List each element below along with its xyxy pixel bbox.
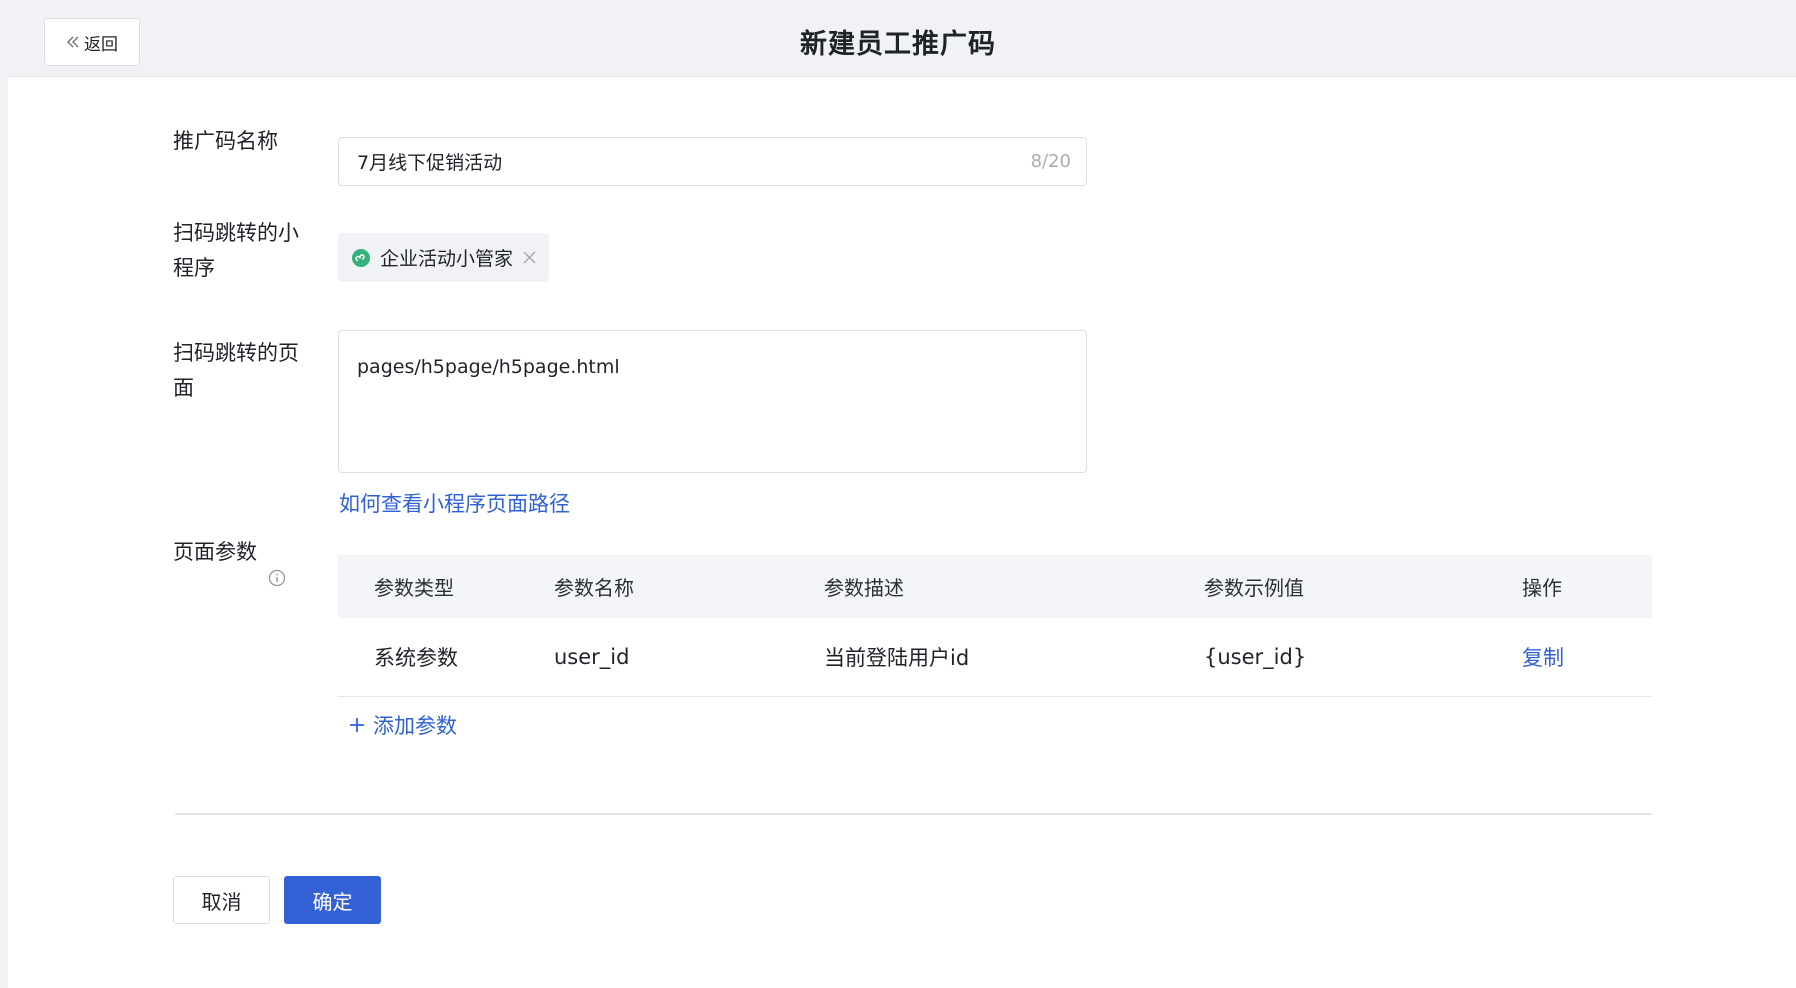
table-row: 系统参数 user_id 当前登陆用户id {user_id} 复制 <box>338 618 1652 697</box>
column-header-desc: 参数描述 <box>824 576 904 600</box>
name-char-count: 8/20 <box>1030 151 1071 172</box>
column-header-action: 操作 <box>1522 576 1562 600</box>
page-path-value: pages/h5page/h5page.html <box>357 356 620 378</box>
param-desc-cell: 当前登陆用户id <box>824 646 970 670</box>
add-param-button[interactable]: 添加参数 <box>349 710 457 740</box>
miniprogram-label: 扫码跳转的小 程序 <box>173 216 313 286</box>
column-header-name: 参数名称 <box>554 576 634 600</box>
name-input[interactable]: 7月线下促销活动 8/20 <box>338 137 1087 186</box>
column-header-type: 参数类型 <box>374 576 454 600</box>
copy-link[interactable]: 复制 <box>1522 642 1564 672</box>
param-name-cell: user_id <box>554 645 630 669</box>
page-path-label-line2: 面 <box>173 376 194 400</box>
page: 返回 推广码名称 7月线下促销活动 8/20 扫码跳转的小 程序 企业活动小管家… <box>8 0 1796 988</box>
miniprogram-tag: 企业活动小管家 <box>338 233 549 282</box>
miniprogram-icon <box>352 248 370 267</box>
close-icon[interactable] <box>523 251 536 264</box>
page-path-label: 扫码跳转的页 面 <box>173 336 313 406</box>
page-title: 新建员工推广码 <box>800 29 996 60</box>
miniprogram-tag-label: 企业活动小管家 <box>380 248 514 270</box>
plus-icon <box>350 718 364 732</box>
params-label: 页面参数 <box>173 540 257 564</box>
cancel-button[interactable]: 取消 <box>173 876 270 924</box>
miniprogram-label-line2: 程序 <box>173 256 215 280</box>
miniprogram-label-line1: 扫码跳转的小 <box>173 221 299 245</box>
params-table-header: 参数类型 参数名称 参数描述 参数示例值 操作 <box>338 555 1652 618</box>
name-label: 推广码名称 <box>173 129 278 153</box>
page-path-label-line1: 扫码跳转的页 <box>173 341 299 365</box>
info-icon[interactable] <box>268 569 286 587</box>
name-input-value: 7月线下促销活动 <box>357 152 503 174</box>
page-path-textarea[interactable]: pages/h5page/h5page.html <box>338 330 1087 473</box>
param-type-cell: 系统参数 <box>374 646 458 670</box>
params-table: 参数类型 参数名称 参数描述 参数示例值 操作 系统参数 user_id 当前登… <box>338 555 1652 697</box>
divider <box>175 813 1652 815</box>
confirm-button[interactable]: 确定 <box>284 876 381 924</box>
add-param-label: 添加参数 <box>373 714 457 738</box>
param-example-cell: {user_id} <box>1204 645 1307 669</box>
column-header-example: 参数示例值 <box>1204 576 1304 600</box>
page-path-help-link[interactable]: 如何查看小程序页面路径 <box>339 488 570 518</box>
